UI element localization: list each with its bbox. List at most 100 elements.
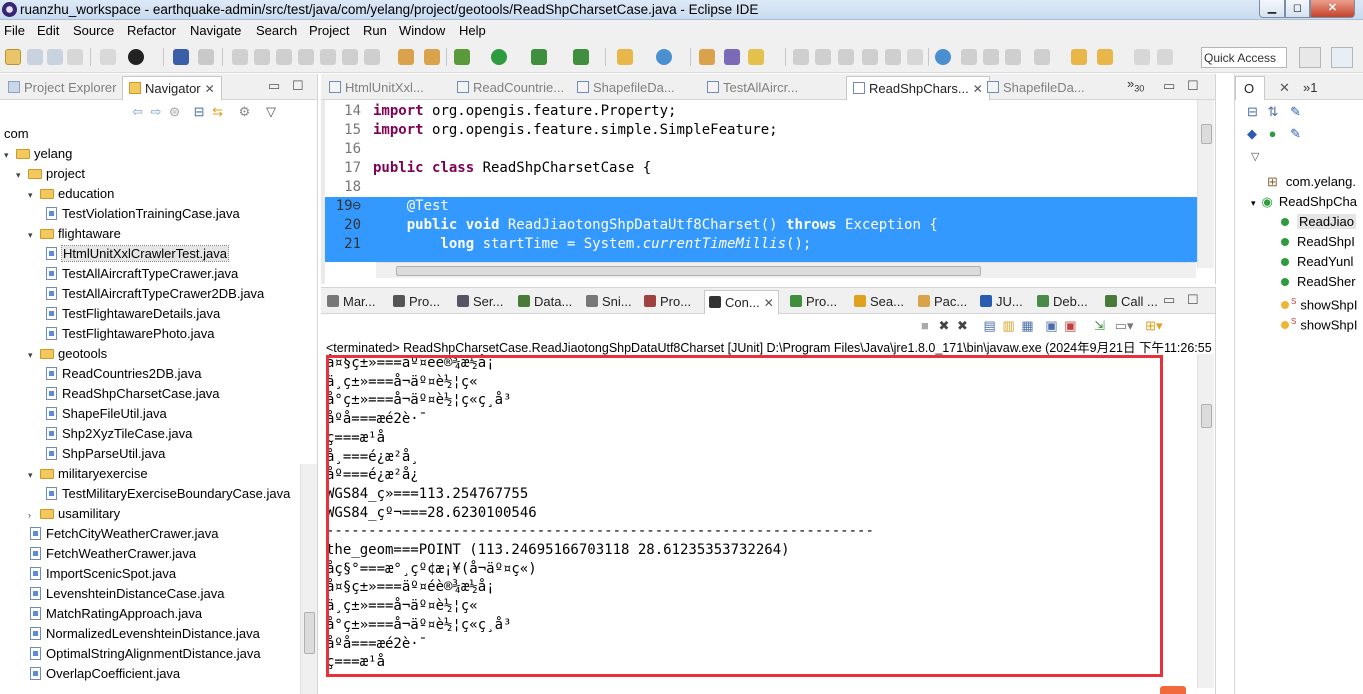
- remove-launch-icon[interactable]: ✖: [938, 318, 949, 333]
- close-icon[interactable]: ✕: [764, 296, 774, 310]
- forward-history-icon[interactable]: [1157, 49, 1173, 65]
- tree-item[interactable]: ReadShpCharsetCase.java: [44, 384, 220, 404]
- new-java-project-icon[interactable]: [617, 49, 633, 65]
- last-edit-icon[interactable]: [1034, 49, 1050, 65]
- menu-project[interactable]: Project: [309, 23, 349, 38]
- menu-source[interactable]: Source: [73, 23, 114, 38]
- tree-item[interactable]: com: [4, 124, 29, 144]
- minimize-view-icon[interactable]: ▭: [1163, 292, 1175, 308]
- tree-item[interactable]: ShapeFileUtil.java: [44, 404, 167, 424]
- tree-item[interactable]: Shp2XyzTileCase.java: [44, 424, 192, 444]
- close-icon[interactable]: ✕: [205, 82, 215, 96]
- hide-nonpublic-icon[interactable]: ●: [1269, 126, 1277, 141]
- terminal-icon[interactable]: [173, 49, 189, 65]
- sort-icon[interactable]: ⇅: [1268, 104, 1279, 119]
- console-view-tab[interactable]: Pro...: [640, 290, 695, 314]
- tree-item[interactable]: ▾ education: [28, 184, 114, 204]
- maximize-view-icon[interactable]: ☐: [292, 78, 304, 94]
- outline-close-icon[interactable]: ✕: [1273, 76, 1296, 100]
- pin-editor-icon[interactable]: [1005, 49, 1021, 65]
- tree-item[interactable]: ▾ militaryexercise: [28, 464, 148, 484]
- editor-tab-overflow[interactable]: »30: [1127, 76, 1144, 94]
- save-icon[interactable]: [27, 49, 43, 65]
- tab-navigator[interactable]: Navigator ✕: [122, 76, 222, 100]
- console-view-tab[interactable]: JU...: [976, 290, 1027, 314]
- menu-navigate[interactable]: Navigate: [190, 23, 241, 38]
- tree-item[interactable]: TestFlightawareDetails.java: [44, 304, 220, 324]
- tree-item[interactable]: OverlapCoefficient.java: [28, 664, 180, 684]
- tree-item[interactable]: TestAllAircraftTypeCrawer2DB.java: [44, 284, 264, 304]
- tree-item[interactable]: ShpParseUtil.java: [44, 444, 165, 464]
- console-view-tab[interactable]: Ser...: [453, 290, 507, 314]
- menu-refactor[interactable]: Refactor: [127, 23, 176, 38]
- word-wrap-icon[interactable]: [862, 49, 878, 65]
- expand-arrow-icon[interactable]: ▾: [4, 145, 14, 165]
- show-on-error-icon[interactable]: ▣: [1064, 318, 1076, 333]
- console-view-tab[interactable]: Pac...: [914, 290, 971, 314]
- outline-item[interactable]: ReadShpI: [1281, 232, 1355, 252]
- console-view-tab[interactable]: Sni...: [582, 290, 636, 314]
- menu-edit[interactable]: Edit: [37, 23, 59, 38]
- disconnect-icon[interactable]: [298, 49, 314, 65]
- expand-arrow-icon[interactable]: ▾: [28, 225, 38, 245]
- expand-arrow-icon[interactable]: ›: [28, 505, 38, 525]
- editor-tab[interactable]: ReadCountrie...: [451, 76, 570, 100]
- remove-all-icon[interactable]: ✖: [957, 318, 968, 333]
- open-type-icon[interactable]: [699, 49, 715, 65]
- tree-item[interactable]: FetchWeatherCrawer.java: [28, 544, 196, 564]
- browser-icon[interactable]: [935, 49, 951, 65]
- editor-tab[interactable]: TestAllAircr...: [701, 76, 804, 100]
- tab-project-explorer[interactable]: Project Explorer: [2, 76, 122, 100]
- use-step-filters-icon[interactable]: [398, 49, 414, 65]
- display-console-icon[interactable]: ▭▾: [1115, 318, 1134, 333]
- editor-tab[interactable]: ReadShpChars... ✕: [846, 76, 990, 100]
- hide-local-types-icon[interactable]: ✎: [1290, 126, 1301, 141]
- tree-item[interactable]: FetchCityWeatherCrawer.java: [28, 524, 218, 544]
- editor-hscroll-thumb[interactable]: [396, 266, 981, 276]
- tree-item[interactable]: TestMilitaryExerciseBoundaryCase.java: [44, 484, 290, 504]
- menu-file[interactable]: File: [4, 23, 25, 38]
- editor-tab[interactable]: HtmlUnitXxl...: [323, 76, 430, 100]
- menu-search[interactable]: Search: [256, 23, 297, 38]
- resume-icon[interactable]: [232, 49, 248, 65]
- menu-help[interactable]: Help: [459, 23, 486, 38]
- minimize-view-icon[interactable]: ▭: [1163, 78, 1175, 94]
- outline-item[interactable]: ReadSher: [1281, 272, 1356, 292]
- editor-vscroll-thumb[interactable]: [1201, 124, 1212, 144]
- pilcrow-icon[interactable]: [907, 49, 923, 65]
- coverage-icon[interactable]: [531, 49, 547, 65]
- close-button[interactable]: ✕: [1310, 0, 1355, 18]
- pin-console-icon[interactable]: ⇲: [1094, 318, 1105, 333]
- forward-icon[interactable]: [1134, 49, 1150, 65]
- minimize-view-icon[interactable]: ▭: [268, 78, 280, 94]
- console-view-tab[interactable]: Deb...: [1033, 290, 1092, 314]
- editor-vscroll[interactable]: [1197, 100, 1214, 268]
- console-view-tab[interactable]: Mar...: [323, 290, 380, 314]
- back-history-icon[interactable]: [1097, 49, 1113, 65]
- scroll-lock-icon[interactable]: ▥: [1002, 318, 1014, 333]
- tree-item[interactable]: ReadCountries2DB.java: [44, 364, 201, 384]
- drop-frame-icon[interactable]: [424, 49, 440, 65]
- step-into-icon[interactable]: [320, 49, 336, 65]
- outline-menu-icon[interactable]: ▽: [1251, 150, 1259, 163]
- console-view-tab[interactable]: Data...: [514, 290, 576, 314]
- console-view-tab[interactable]: Sea...: [850, 290, 908, 314]
- terminate-icon[interactable]: [276, 49, 292, 65]
- forward-arrow-icon[interactable]: ⇨: [151, 104, 162, 119]
- expand-arrow-icon[interactable]: ▾: [28, 345, 38, 365]
- menu-run[interactable]: Run: [363, 23, 387, 38]
- tree-item[interactable]: OptimalStringAlignmentDistance.java: [28, 644, 261, 664]
- external-tools-icon[interactable]: [573, 49, 589, 65]
- clear-console-icon[interactable]: ▤: [984, 318, 996, 333]
- expand-arrow-icon[interactable]: ▾: [28, 465, 38, 485]
- step-over-icon[interactable]: [342, 49, 358, 65]
- tree-item[interactable]: › usamilitary: [28, 504, 120, 524]
- tree-item[interactable]: NormalizedLevenshteinDistance.java: [28, 624, 260, 644]
- outline-item[interactable]: ▾ ◉ ReadShpCha: [1251, 192, 1357, 212]
- annotation-icon[interactable]: [793, 49, 809, 65]
- block-select-icon[interactable]: [838, 49, 854, 65]
- tab-outline[interactable]: O: [1235, 76, 1265, 100]
- suspend-icon[interactable]: [254, 49, 270, 65]
- tree-item[interactable]: ▾ project: [16, 164, 85, 184]
- console-view-tab[interactable]: Call ...: [1101, 290, 1162, 314]
